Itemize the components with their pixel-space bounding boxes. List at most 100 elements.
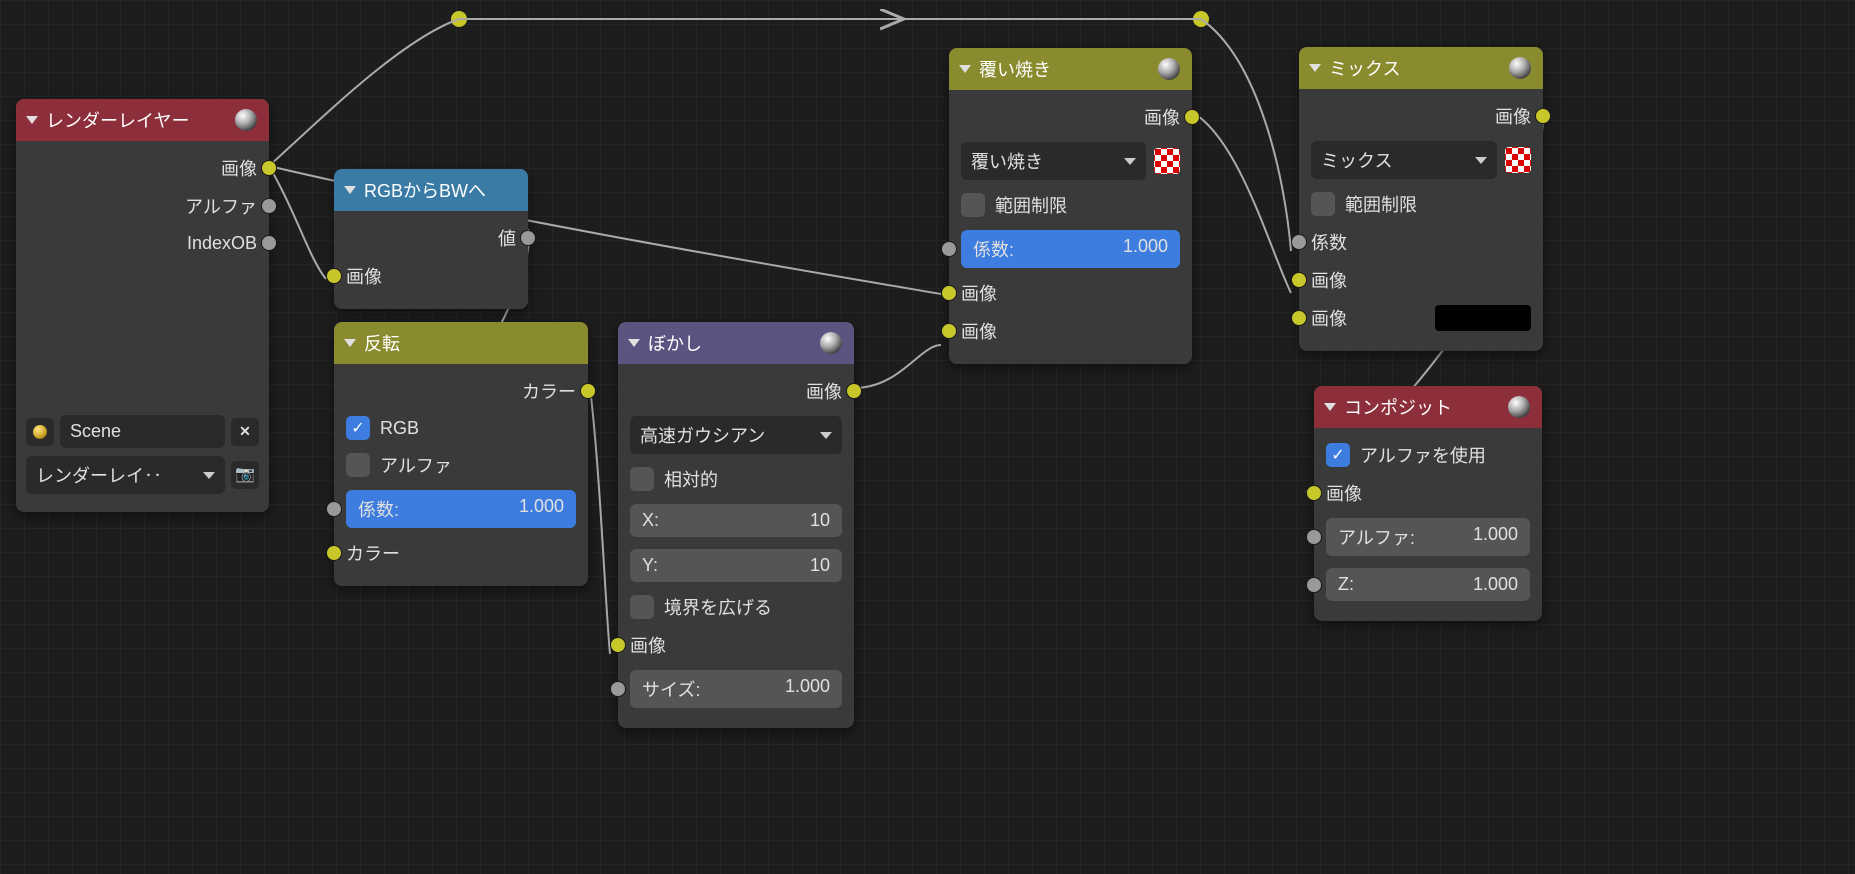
chevron-down-icon [203,472,215,479]
socket-out-image[interactable] [1184,109,1200,125]
collapse-icon[interactable] [628,339,640,347]
socket-out-value[interactable] [520,230,536,246]
y-field[interactable]: Y:10 [630,549,842,582]
checkbox-clamp[interactable] [1311,192,1335,216]
socket-in-image2[interactable] [1291,310,1307,326]
camera-icon[interactable] [231,461,259,489]
node-title: コンポジット [1344,394,1452,420]
node-title: 反転 [364,330,400,356]
preview-icon[interactable] [820,332,842,354]
checkbox-label: 範囲制限 [995,192,1067,218]
socket-out-image[interactable] [1535,108,1551,124]
socket-in-fac[interactable] [326,501,342,517]
checkbox-use-alpha[interactable] [1326,443,1350,467]
output-label: 画像 [806,378,842,404]
socket-in-image2[interactable] [941,323,957,339]
input-label: 画像 [1311,305,1347,331]
node-blur[interactable]: ぼかし 画像 高速ガウシアン 相対的 X:10 Y:10 境界を広げる 画像 サ… [618,322,854,728]
blur-method-dropdown[interactable]: 高速ガウシアン [630,416,842,454]
preview-icon[interactable] [1508,396,1530,418]
socket-in-color[interactable] [326,545,342,561]
checkbox-label: 範囲制限 [1345,191,1417,217]
z-field[interactable]: Z:1.000 [1326,568,1530,601]
alpha-field[interactable]: アルファ:1.000 [1326,518,1530,556]
checkbox-extend[interactable] [630,595,654,619]
node-render-layers[interactable]: レンダーレイヤー 画像 アルファ IndexOB Scene レンダーレイ‥ [16,99,269,512]
checkbox-label: アルファ [380,452,452,478]
collapse-icon[interactable] [1309,64,1321,72]
size-field[interactable]: サイズ:1.000 [630,670,842,708]
node-title: 覆い焼き [979,56,1051,82]
fac-field[interactable]: 係数:1.000 [961,230,1180,268]
checkbox-clamp[interactable] [961,193,985,217]
scene-icon[interactable] [26,418,54,446]
output-label: 値 [498,225,516,251]
node-dodge[interactable]: 覆い焼き 画像 覆い焼き 範囲制限 係数:1.000 画像 画像 [949,48,1192,364]
node-composite[interactable]: コンポジット アルファを使用 画像 アルファ:1.000 Z:1.000 [1314,386,1542,621]
socket-in-fac[interactable] [941,241,957,257]
node-invert[interactable]: 反転 カラー RGB アルファ 係数:1.000 カラー [334,322,588,586]
clear-icon[interactable] [231,418,259,446]
node-mix[interactable]: ミックス 画像 ミックス 範囲制限 係数 画像 画像 [1299,47,1543,351]
node-header[interactable]: ミックス [1299,47,1543,89]
output-label: 画像 [1495,103,1531,129]
node-header[interactable]: レンダーレイヤー [16,99,269,141]
chevron-down-icon [820,432,832,439]
input-label: 係数 [1311,229,1347,255]
checkbox-label: RGB [380,418,419,439]
alpha-icon[interactable] [1154,148,1180,174]
node-header[interactable]: 反転 [334,322,588,364]
node-title: RGBからBWへ [364,177,486,203]
checkbox-label: アルファを使用 [1360,442,1486,468]
checkbox-rgb[interactable] [346,416,370,440]
input-label: 画像 [630,632,666,658]
node-header[interactable]: 覆い焼き [949,48,1192,90]
x-field[interactable]: X:10 [630,504,842,537]
output-label: カラー [522,378,576,404]
socket-out-image[interactable] [846,383,862,399]
checkbox-relative[interactable] [630,467,654,491]
collapse-icon[interactable] [26,116,38,124]
node-header[interactable]: RGBからBWへ [334,169,528,211]
render-layer-dropdown[interactable]: レンダーレイ‥ [26,456,225,494]
input-label: 画像 [961,280,997,306]
collapse-icon[interactable] [1324,403,1336,411]
collapse-icon[interactable] [344,339,356,347]
checkbox-alpha[interactable] [346,453,370,477]
node-header[interactable]: ぼかし [618,322,854,364]
socket-in-image1[interactable] [941,285,957,301]
chevron-down-icon [1475,157,1487,164]
socket-in-image[interactable] [1306,485,1322,501]
socket-in-alpha[interactable] [1306,529,1322,545]
preview-icon[interactable] [1158,58,1180,80]
preview-icon[interactable] [235,109,257,131]
collapse-icon[interactable] [344,186,356,194]
blend-mode-dropdown[interactable]: ミックス [1311,141,1497,179]
socket-out-alpha[interactable] [261,198,277,214]
checkbox-label: 相対的 [664,466,718,492]
socket-out-indexob[interactable] [261,235,277,251]
preview-icon[interactable] [1509,57,1531,79]
blend-mode-dropdown[interactable]: 覆い焼き [961,142,1146,180]
node-title: レンダーレイヤー [46,107,189,133]
alpha-icon[interactable] [1505,147,1531,173]
socket-in-size[interactable] [610,681,626,697]
socket-out-color[interactable] [580,383,596,399]
socket-in-image[interactable] [326,268,342,284]
fac-field[interactable]: 係数:1.000 [346,490,576,528]
collapse-icon[interactable] [959,65,971,73]
node-header[interactable]: コンポジット [1314,386,1542,428]
socket-in-image1[interactable] [1291,272,1307,288]
node-rgb-to-bw[interactable]: RGBからBWへ 値 画像 [334,169,528,309]
node-title: ミックス [1329,55,1400,81]
color-swatch[interactable] [1435,305,1531,331]
socket-out-image[interactable] [261,160,277,176]
socket-in-z[interactable] [1306,577,1322,593]
socket-in-fac[interactable] [1291,234,1307,250]
checkbox-label: 境界を広げる [664,594,772,620]
chevron-down-icon [1124,158,1136,165]
socket-in-image[interactable] [610,637,626,653]
scene-dropdown[interactable]: Scene [60,415,225,448]
input-label: 画像 [961,318,997,344]
node-title: ぼかし [648,330,702,356]
